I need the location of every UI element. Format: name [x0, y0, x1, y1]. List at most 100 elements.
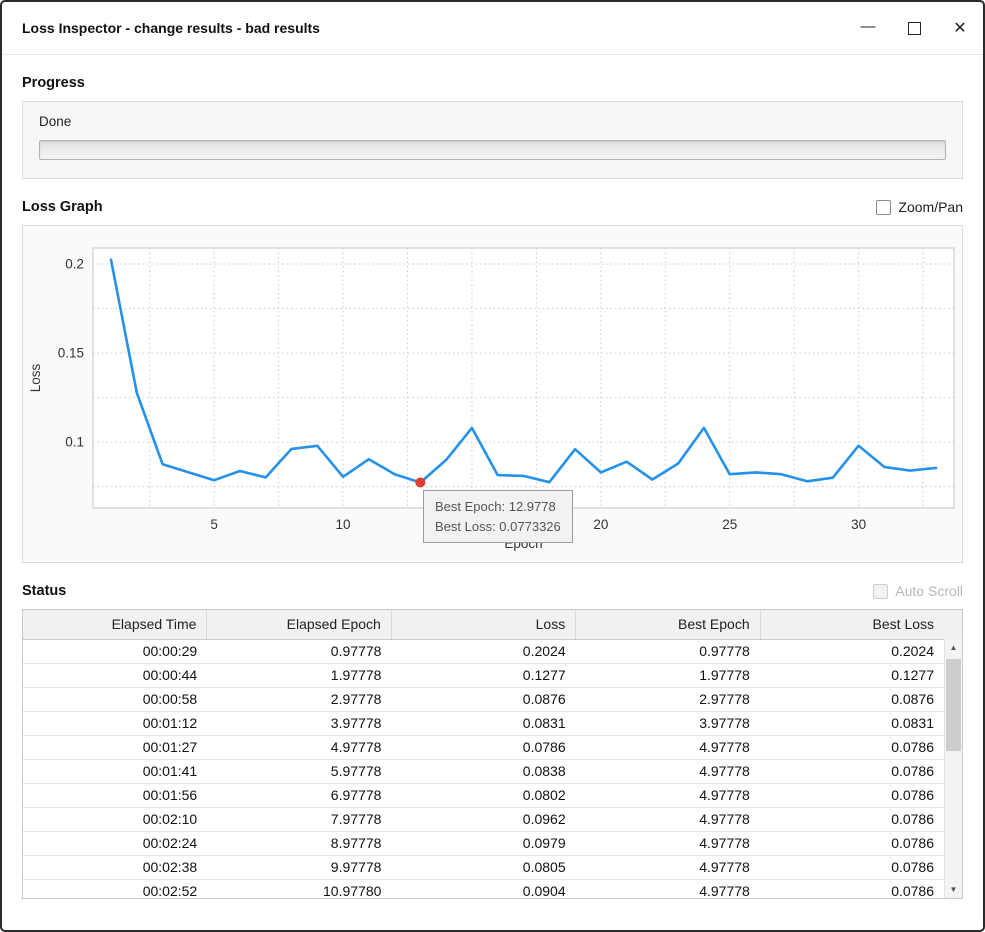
- table-row[interactable]: 00:01:123.977780.08313.977780.0831: [23, 712, 944, 736]
- table-row[interactable]: 00:02:389.977780.08054.977780.0786: [23, 856, 944, 880]
- column-header[interactable]: Best Loss: [760, 610, 944, 639]
- table-cell: 0.0802: [391, 784, 575, 807]
- status-header-row: Status Auto Scroll: [22, 583, 963, 599]
- loss-graph-header-row: Loss Graph Zoom/Pan: [22, 199, 963, 215]
- svg-text:25: 25: [722, 517, 737, 532]
- checkbox-icon: [873, 584, 888, 599]
- table-cell: 0.0786: [391, 736, 575, 759]
- table-row[interactable]: 00:02:5210.977800.09044.977780.0786: [23, 880, 944, 898]
- table-cell: 4.97778: [207, 736, 391, 759]
- table-cell: 0.97778: [207, 640, 391, 663]
- zoom-pan-checkbox[interactable]: Zoom/Pan: [876, 199, 963, 215]
- chart-tooltip: Best Epoch: 12.9778 Best Loss: 0.0773326: [423, 490, 573, 543]
- table-row[interactable]: 00:00:290.977780.20240.977780.2024: [23, 640, 944, 664]
- scroll-thumb[interactable]: [946, 659, 961, 751]
- table-cell: 0.1277: [391, 664, 575, 687]
- status-heading: Status: [22, 583, 66, 599]
- column-header[interactable]: Elapsed Time: [23, 610, 206, 639]
- table-cell: 4.97778: [576, 760, 760, 783]
- table-cell: 00:01:41: [23, 760, 207, 783]
- table-cell: 00:02:10: [23, 808, 207, 831]
- table-row[interactable]: 00:02:107.977780.09624.977780.0786: [23, 808, 944, 832]
- table-row[interactable]: 00:00:582.977780.08762.977780.0876: [23, 688, 944, 712]
- table-cell: 0.97778: [576, 640, 760, 663]
- table-cell: 0.1277: [760, 664, 944, 687]
- table-cell: 7.97778: [207, 808, 391, 831]
- progress-bar: [39, 140, 946, 160]
- table-cell: 0.0786: [760, 832, 944, 855]
- table-cell: 0.0904: [391, 880, 575, 898]
- loss-graph-groupbox: 0.10.150.251015202530EpochLoss Best Epoc…: [22, 225, 963, 563]
- table-cell: 0.0786: [760, 784, 944, 807]
- title-bar: Loss Inspector - change results - bad re…: [2, 2, 983, 55]
- svg-text:10: 10: [336, 517, 351, 532]
- table-cell: 00:00:44: [23, 664, 207, 687]
- table-row[interactable]: 00:01:415.977780.08384.977780.0786: [23, 760, 944, 784]
- table-cell: 0.0786: [760, 808, 944, 831]
- window-controls: — ✕: [845, 2, 983, 54]
- minimize-button[interactable]: —: [845, 2, 891, 54]
- table-cell: 4.97778: [576, 832, 760, 855]
- table-row[interactable]: 00:01:274.977780.07864.977780.0786: [23, 736, 944, 760]
- table-cell: 3.97778: [576, 712, 760, 735]
- svg-text:0.1: 0.1: [65, 435, 84, 450]
- auto-scroll-checkbox: Auto Scroll: [873, 583, 963, 599]
- svg-text:5: 5: [210, 517, 218, 532]
- maximize-button[interactable]: [891, 2, 937, 54]
- window-title: Loss Inspector - change results - bad re…: [22, 20, 320, 36]
- scroll-up-icon: ▲: [950, 643, 958, 652]
- status-table-header: Elapsed TimeElapsed EpochLossBest EpochB…: [23, 610, 962, 640]
- table-row[interactable]: 00:01:566.977780.08024.977780.0786: [23, 784, 944, 808]
- svg-text:Loss: Loss: [28, 363, 43, 392]
- column-header[interactable]: Best Epoch: [575, 610, 759, 639]
- maximize-icon: [908, 22, 921, 35]
- table-cell: 00:02:52: [23, 880, 207, 898]
- svg-text:20: 20: [593, 517, 608, 532]
- table-cell: 0.2024: [760, 640, 944, 663]
- table-cell: 3.97778: [207, 712, 391, 735]
- window-content: Progress Done Loss Graph Zoom/Pan 0.1 0.1…: [2, 55, 983, 913]
- table-cell: 00:01:56: [23, 784, 207, 807]
- loss-graph-heading: Loss Graph: [22, 199, 103, 215]
- zoom-pan-label: Zoom/Pan: [898, 199, 963, 215]
- table-cell: 4.97778: [576, 784, 760, 807]
- table-cell: 0.0805: [391, 856, 575, 879]
- close-button[interactable]: ✕: [937, 2, 983, 54]
- minimize-icon: —: [861, 18, 876, 35]
- status-table: Elapsed TimeElapsed EpochLossBest EpochB…: [22, 609, 963, 899]
- scroll-down-button[interactable]: ▼: [945, 881, 962, 898]
- table-cell: 2.97778: [576, 688, 760, 711]
- table-cell: 00:00:58: [23, 688, 207, 711]
- table-cell: 00:02:38: [23, 856, 207, 879]
- column-header[interactable]: Elapsed Epoch: [206, 610, 390, 639]
- table-cell: 4.97778: [576, 856, 760, 879]
- table-cell: 1.97778: [207, 664, 391, 687]
- tooltip-best-epoch: Best Epoch: 12.9778: [435, 497, 561, 517]
- table-cell: 0.0786: [760, 736, 944, 759]
- table-scrollbar[interactable]: ▲ ▼: [944, 639, 962, 898]
- progress-groupbox: Done: [22, 101, 963, 179]
- close-icon: ✕: [953, 18, 966, 38]
- column-header[interactable]: Loss: [391, 610, 575, 639]
- svg-text:0.15: 0.15: [58, 346, 84, 361]
- table-cell: 00:01:12: [23, 712, 207, 735]
- table-row[interactable]: 00:02:248.977780.09794.977780.0786: [23, 832, 944, 856]
- table-row[interactable]: 00:00:441.977780.12771.977780.1277: [23, 664, 944, 688]
- scroll-up-button[interactable]: ▲: [945, 639, 962, 656]
- table-cell: 4.97778: [576, 736, 760, 759]
- table-cell: 9.97778: [207, 856, 391, 879]
- status-table-body: 00:00:290.977780.20240.977780.202400:00:…: [23, 640, 944, 898]
- tooltip-best-loss: Best Loss: 0.0773326: [435, 517, 561, 537]
- table-cell: 00:00:29: [23, 640, 207, 663]
- table-cell: 0.0786: [760, 880, 944, 898]
- table-cell: 8.97778: [207, 832, 391, 855]
- table-cell: 0.0876: [391, 688, 575, 711]
- table-cell: 0.2024: [391, 640, 575, 663]
- window: Loss Inspector - change results - bad re…: [0, 0, 985, 932]
- table-cell: 00:01:27: [23, 736, 207, 759]
- scroll-down-icon: ▼: [950, 885, 958, 894]
- table-cell: 10.97780: [207, 880, 391, 898]
- progress-heading: Progress: [22, 75, 963, 91]
- table-cell: 4.97778: [576, 808, 760, 831]
- table-cell: 0.0962: [391, 808, 575, 831]
